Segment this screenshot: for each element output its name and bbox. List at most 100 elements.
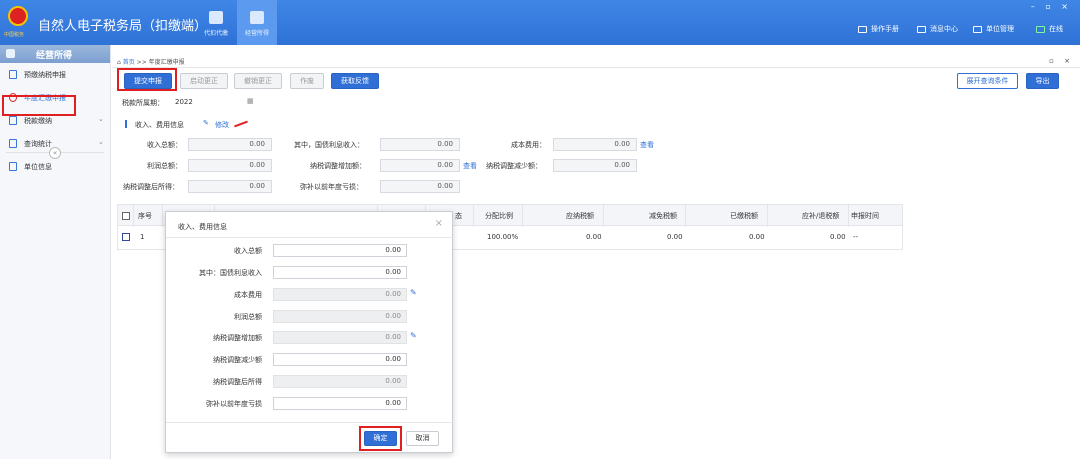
payment-icon	[9, 116, 17, 125]
highlight-ok	[359, 426, 402, 451]
breadcrumb-sep: >>	[136, 59, 147, 66]
highlight-annual	[2, 95, 76, 116]
dlg-total-income-input[interactable]: 0.00	[273, 244, 407, 257]
dlg-bond-interest-input[interactable]: 0.00	[273, 266, 407, 279]
dlg-adj-income-input: 0.00	[273, 375, 407, 388]
dlg-cost-input: 0.00	[273, 288, 407, 301]
col-time: 申报时间	[851, 212, 879, 220]
breadcrumb-current: 年度汇缴申报	[148, 59, 185, 66]
emblem-caption: 中国税务	[4, 32, 25, 38]
edit-pencil-icon[interactable]: ✎	[410, 331, 417, 340]
manual-icon	[858, 25, 867, 33]
cost-view-link[interactable]: 查看	[640, 140, 654, 150]
prior-loss-field[interactable]: 0.00	[380, 180, 460, 193]
row-paid: 0.00	[749, 233, 765, 241]
sidebar-item-label: 单位信息	[24, 163, 52, 171]
home-icon: ⌂	[117, 59, 121, 66]
query-icon	[9, 139, 17, 148]
edit-link[interactable]: 修改	[215, 120, 229, 130]
dlg-prior-loss-label: 弥补以前年度亏损	[206, 400, 262, 408]
col-payable: 应纳税额	[566, 212, 594, 220]
select-all-checkbox[interactable]	[122, 212, 130, 220]
cost-label: 成本费用：	[511, 141, 546, 149]
sidebar-header: 经营所得	[0, 45, 110, 63]
dlg-profit-input: 0.00	[273, 310, 407, 323]
mail-icon	[917, 25, 926, 33]
dlg-adj-increase-label: 纳税调整增加额	[213, 334, 262, 342]
nav-business-income[interactable]: 经营所得	[237, 0, 277, 45]
divider	[112, 67, 1080, 68]
period-value[interactable]: 2022	[175, 98, 193, 106]
col-divider	[848, 205, 849, 227]
row-ratio: 100.00%	[487, 233, 519, 241]
link-unit-manage-label: 单位管理	[986, 25, 1014, 33]
col-divider	[162, 205, 163, 227]
adj-increase-view-link[interactable]: 查看	[463, 161, 477, 171]
col-divider	[473, 205, 474, 227]
business-income-icon	[250, 11, 264, 24]
cancel-correct-button[interactable]: 撤销更正	[234, 73, 282, 89]
income-expense-dialog: 收入、费用信息 × 收入总额 0.00 其中：国债利息收入 0.00 成本费用 …	[165, 211, 454, 453]
link-unit-manage[interactable]: 单位管理	[973, 24, 1014, 34]
dlg-adj-decrease-input[interactable]: 0.00	[273, 353, 407, 366]
get-feedback-button[interactable]: 获取反馈	[331, 73, 379, 89]
link-messages[interactable]: 消息中心	[917, 24, 958, 34]
col-divider	[133, 205, 134, 227]
adj-increase-field[interactable]: 0.00	[380, 159, 460, 172]
close-icon[interactable]: ×	[435, 218, 443, 229]
edit-icon[interactable]: ✎	[203, 119, 209, 127]
link-messages-label: 消息中心	[930, 25, 958, 33]
red-arrow-icon	[234, 120, 248, 128]
dlg-adj-increase-input: 0.00	[273, 331, 407, 344]
section-marker	[125, 120, 127, 128]
online-icon	[1036, 25, 1045, 33]
adj-income-field[interactable]: 0.00	[188, 180, 272, 193]
prior-loss-label: 弥补以前年度亏损：	[300, 183, 363, 191]
export-button[interactable]: 导出	[1026, 73, 1059, 89]
sidebar-title: 经营所得	[36, 51, 73, 61]
row-checkbox[interactable]	[122, 233, 130, 241]
app-header: 中国税务 自然人电子税务局（扣缴端） 代扣代缴 经营所得 – ▫ × 操作手册 …	[0, 0, 1080, 45]
chevron-down-icon: ⌄	[98, 115, 104, 123]
col-relief: 减免税额	[649, 212, 677, 220]
adj-income-label: 纳税调整后所得：	[123, 183, 179, 191]
nav-withholding[interactable]: 代扣代缴	[196, 0, 236, 45]
pane-controls[interactable]: ▫ ×	[1049, 57, 1074, 65]
link-manual-label: 操作手册	[871, 25, 899, 33]
dlg-bond-interest-label: 其中：国债利息收入	[199, 269, 262, 277]
briefcase-icon	[6, 49, 15, 58]
dlg-total-income-label: 收入总额	[234, 247, 262, 255]
calendar-icon[interactable]: ▦	[247, 97, 254, 105]
expand-query-button[interactable]: 展开查询条件	[957, 73, 1018, 89]
link-online[interactable]: 在线	[1036, 24, 1063, 34]
total-income-label: 收入总额：	[147, 141, 182, 149]
dlg-prior-loss-input[interactable]: 0.00	[273, 397, 407, 410]
period-label: 税款所属期：	[122, 99, 164, 107]
breadcrumb-home[interactable]: 首页	[123, 59, 135, 66]
app-title: 自然人电子税务局（扣缴端）	[38, 19, 208, 34]
start-correct-button[interactable]: 启动更正	[180, 73, 228, 89]
link-manual[interactable]: 操作手册	[858, 24, 899, 34]
total-income-field[interactable]: 0.00	[188, 138, 272, 151]
adj-decrease-field[interactable]: 0.00	[553, 159, 637, 172]
window-controls[interactable]: – ▫ ×	[1031, 2, 1072, 11]
dialog-title: 收入、费用信息	[178, 223, 227, 231]
link-online-label: 在线	[1049, 25, 1063, 33]
row-relief: 0.00	[667, 233, 683, 241]
edit-pencil-icon[interactable]: ✎	[410, 288, 417, 297]
profit-field[interactable]: 0.00	[188, 159, 272, 172]
row-payable: 0.00	[586, 233, 602, 241]
breadcrumb: ⌂ 首页 >> 年度汇缴申报	[117, 57, 185, 66]
sidebar-collapse-button[interactable]: «	[49, 147, 61, 159]
cancel-button[interactable]: 取消	[406, 431, 439, 446]
sidebar-item-prepay[interactable]: 预缴纳税申报	[0, 63, 110, 86]
nav-business-income-label: 经营所得	[244, 30, 269, 37]
adj-decrease-label: 纳税调整减少额：	[486, 162, 542, 170]
col-divider	[685, 205, 686, 227]
dlg-cost-label: 成本费用	[234, 291, 262, 299]
cost-field[interactable]: 0.00	[553, 138, 637, 151]
sidebar-item-label: 预缴纳税申报	[24, 71, 66, 79]
void-button[interactable]: 作废	[290, 73, 324, 89]
row-time: --	[853, 233, 859, 241]
bond-interest-field[interactable]: 0.00	[380, 138, 460, 151]
